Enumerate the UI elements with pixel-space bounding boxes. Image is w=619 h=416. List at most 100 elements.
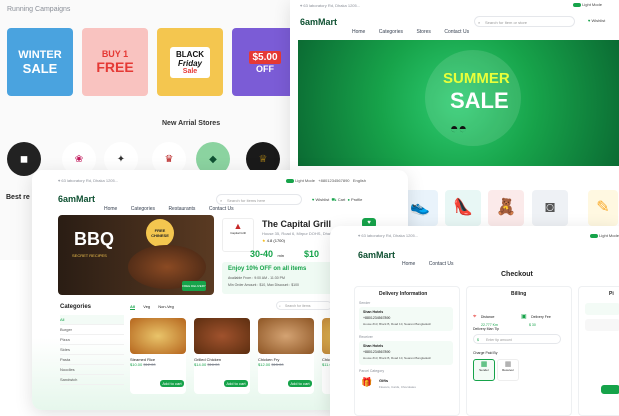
search-input[interactable]: ⌕ Search for items here [216, 194, 302, 205]
tab-veg[interactable]: Veg [143, 304, 150, 309]
add-to-cart-button[interactable]: Add to cart [160, 380, 184, 387]
new-arrival-stores-title: New Arrial Stores [162, 120, 221, 127]
summer-sale-banner[interactable]: SUMMER SALE ◓◓ [298, 40, 619, 166]
food-card[interactable]: Chicken Fry $12.00 $15.00 Add to cart [258, 318, 314, 394]
profile-button[interactable]: ● Profile [347, 197, 362, 202]
delivery-fee-value: $ 30 [529, 323, 536, 327]
tip-placeholder: Enter tip amount [486, 338, 512, 342]
category-all[interactable]: All [60, 315, 124, 325]
top-right-meta: Light Mode +8801234567890 English [286, 178, 366, 183]
product-thumb-pencils[interactable]: ✎ [588, 190, 618, 226]
receiver-label: Receiver [359, 335, 373, 339]
category-item[interactable]: Pizza [60, 335, 124, 345]
address-bar[interactable]: ⌖ 63 laboratory Rd, Dhaka 1205... [300, 3, 360, 8]
add-to-cart-button[interactable]: Add to cart [224, 380, 248, 387]
old-price: $15.00 [271, 362, 284, 367]
search-items-input[interactable]: ⌕ Search for items [276, 301, 332, 310]
product-thumb-washer[interactable]: ◙ [532, 190, 568, 226]
heart-icon: ♥ [312, 197, 315, 202]
logo[interactable]: 6amMart [58, 194, 95, 204]
delivery-time-unit: min [277, 253, 284, 258]
logo[interactable]: 6amMart [300, 17, 337, 27]
payer-receiver-option[interactable]: ▦ Receiver [497, 359, 519, 381]
language-select[interactable]: English [353, 178, 366, 183]
distance-icon: ⌖ [473, 314, 477, 320]
campaign-line1: WINTER [18, 48, 62, 61]
nav-stores[interactable]: Stores [416, 29, 430, 35]
product-thumb-toy[interactable]: 🧸 [488, 190, 524, 226]
tab-all[interactable]: All [130, 304, 136, 310]
promo-badge-text: FREE CHINESE [151, 228, 169, 238]
nav-home[interactable]: Home [402, 261, 415, 267]
delivery-info-card: Delivery Information Sender Shan Hotels … [354, 286, 460, 416]
light-mode-label: Light Mode [599, 233, 619, 238]
receiver-address: House #13, Block B, Road 10, Nearest Ban… [363, 356, 432, 360]
price: $12.00 [258, 362, 271, 367]
min-order-value: $10 [304, 249, 320, 259]
confirm-button[interactable] [601, 385, 619, 394]
address-bar[interactable]: ⌖ 63 laboratory Rd, Dhaka 1205... [58, 178, 118, 183]
wishlist-button[interactable]: ♥ Wishlist [312, 197, 329, 202]
parcel-label: Parcel Category [359, 369, 385, 373]
campaign-5-off[interactable]: $5.00 OFF [232, 28, 298, 96]
wishlist-label: Wishlist [591, 18, 606, 23]
light-mode-label: Light Mode [582, 2, 602, 7]
payment-title: Pi [609, 291, 614, 297]
light-mode-toggle[interactable]: Light Mode [573, 2, 602, 7]
rating-value: 4.8 (1700) [266, 238, 285, 243]
light-mode-toggle[interactable]: Light Mode [286, 178, 315, 183]
tip-input[interactable]: $ Enter tip amount [473, 334, 561, 344]
receiver-box[interactable]: Shan Hotels +8801234567890 House #13, Bl… [359, 341, 453, 365]
payment-option-1[interactable] [585, 303, 619, 315]
nav-contact[interactable]: Contact Us [444, 29, 469, 35]
campaign-line1: BUY 1 [101, 49, 129, 59]
search-input[interactable]: ⌕ Search for Item or store [474, 16, 575, 27]
address-bar[interactable]: ⌖ 63 laboratory Rd, Dhaka 1205... [358, 233, 418, 238]
nav-home[interactable]: Home [352, 29, 365, 35]
campaign-winter-sale[interactable]: WINTER SALE [7, 28, 73, 96]
cart-button[interactable]: ⛟ Cart [332, 197, 346, 202]
nav-home[interactable]: Home [104, 206, 117, 212]
campaign-black-friday[interactable]: BLACK Friday Sale [157, 28, 223, 96]
category-item[interactable]: Sides [60, 345, 124, 355]
campaign-line2: Friday [177, 58, 202, 68]
billing-title: Billing [511, 291, 527, 297]
product-thumb-heel[interactable]: 👠 [445, 190, 481, 226]
search-icon: ⌕ [478, 20, 481, 25]
logo[interactable]: 6amMart [358, 250, 395, 260]
search-icon: ⌕ [279, 304, 281, 308]
cart-icon: ⛟ [331, 197, 337, 202]
food-card[interactable]: Steamed Rice $10.00 $12.00 Add to cart [130, 318, 186, 394]
parcel-box[interactable]: 🎁 Gifts Flowers, Cards, Chocolates [359, 375, 453, 395]
campaign-buy1-free[interactable]: BUY 1 FREE [82, 28, 148, 96]
sender-box[interactable]: Shan Hotels +8801234567890 House #13, Bl… [359, 307, 453, 331]
nav-contact[interactable]: Contact Us [429, 261, 454, 267]
tab-non-veg[interactable]: Non-Veg [158, 304, 174, 309]
main-nav: Home Categories Stores Contact Us [352, 20, 478, 38]
nav-categories[interactable]: Categories [379, 29, 403, 35]
add-to-cart-button[interactable]: Add to cart [288, 380, 312, 387]
sender-label: Sender [359, 301, 371, 305]
restaurant-rating: ★ 4.8 (1700) [262, 238, 285, 243]
offer-line2: Min Order Amount : $10, Max Discount : $… [228, 283, 300, 287]
price: $14.00 [194, 362, 207, 367]
food-card[interactable]: Grilled Chicken $14.00 $16.00 Add to car… [194, 318, 250, 394]
nav-categories[interactable]: Categories [131, 206, 155, 212]
receiver-name: Shan Hotels [363, 344, 384, 348]
payer-sender-option[interactable]: ▦ Sender [473, 359, 495, 381]
category-item[interactable]: Sandwich [60, 375, 124, 385]
category-item[interactable]: Burger [60, 325, 124, 335]
restaurant-logo-text: Capital Grill [230, 231, 246, 235]
sender-address: House #13, Block B, Road 10, Nearest Ban… [363, 322, 432, 326]
wishlist-button[interactable]: ♥ Wishlist [588, 18, 605, 23]
category-item[interactable]: Pasta [60, 355, 124, 365]
category-item[interactable]: Noodles [60, 365, 124, 375]
nav-contact[interactable]: Contact Us [209, 206, 234, 212]
main-nav: Home Contact Us [402, 252, 463, 270]
nav-restaurants[interactable]: Restaurants [168, 206, 195, 212]
bbq-promo-banner[interactable]: BBQ SECRET RECIPES FREE CHINESE FREE DEL… [58, 215, 214, 295]
light-mode-toggle[interactable]: Light Mode [590, 233, 619, 238]
profile-label: Profile [351, 197, 363, 202]
distance-label: Distance [480, 315, 495, 319]
payment-option-2[interactable] [585, 319, 619, 331]
